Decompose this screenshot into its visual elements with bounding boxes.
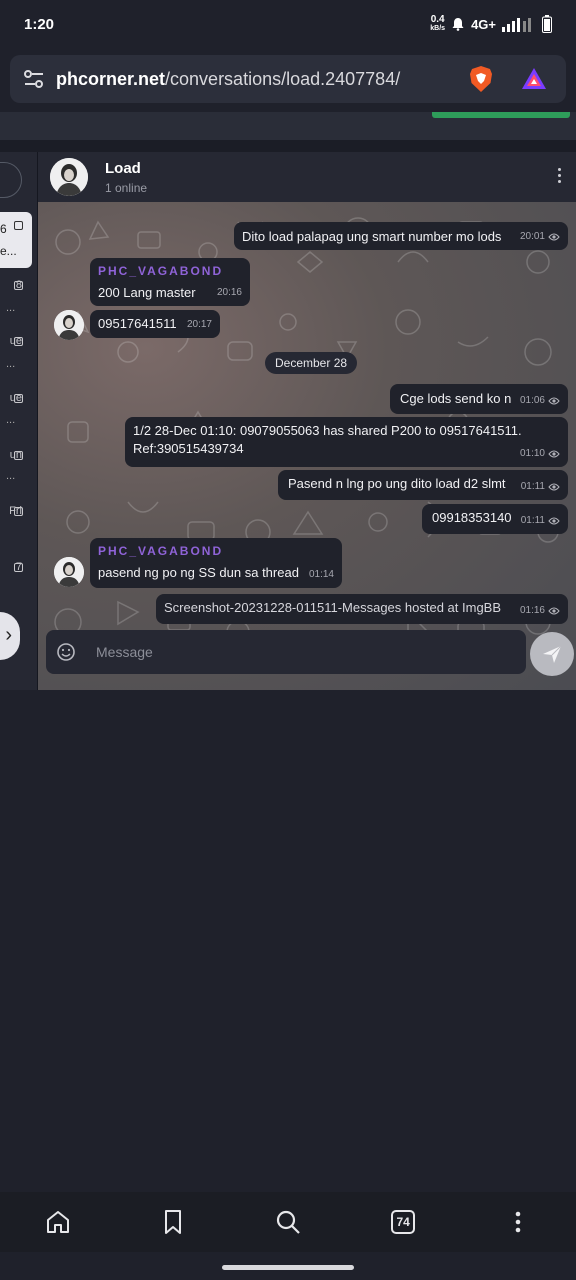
bookmarks-button[interactable]	[153, 1202, 193, 1242]
message-link[interactable]: Screenshot-20231228-011511-Messages host…	[164, 600, 501, 615]
ellipsis-icon: ...	[6, 470, 16, 482]
message-bubble[interactable]: 1/2 28-Dec 01:10: 09079055063 has shared…	[125, 417, 568, 467]
tab-count: 74	[391, 1210, 416, 1234]
conversation-search[interactable]	[0, 162, 22, 198]
conversation-item-active[interactable]: 6 e...	[0, 212, 32, 268]
message-time: 20:16	[216, 287, 242, 298]
seen-icon	[548, 483, 560, 491]
seen-icon	[548, 517, 560, 525]
site-nav-strip	[0, 112, 576, 140]
status-time: 1:20	[24, 15, 55, 33]
url-bar[interactable]: phcorner.net/conversations/load.2407784/	[10, 55, 566, 103]
message-bubble[interactable]: Dito load palapag ung smart number mo lo…	[234, 222, 568, 250]
brave-rewards-icon[interactable]	[520, 65, 548, 93]
battery-icon	[542, 15, 552, 33]
sender-name[interactable]: PHC_VAGABOND	[98, 542, 334, 560]
avatar[interactable]	[54, 557, 84, 587]
ellipsis-icon: ...	[6, 302, 16, 314]
message-bubble[interactable]: Screenshot-20231228-011511-Messages host…	[156, 594, 568, 624]
checkbox-icon[interactable]	[14, 451, 23, 460]
chat-header: Load 1 online	[38, 152, 576, 202]
message-time: 01:11	[521, 478, 560, 496]
message-time: 01:16	[520, 602, 560, 620]
avatar[interactable]	[54, 310, 84, 340]
search-icon	[276, 1210, 300, 1234]
checkbox-icon[interactable]	[14, 394, 23, 403]
message-list: Dito load palapag ung smart number mo lo…	[38, 202, 576, 690]
bookmark-icon	[164, 1210, 181, 1234]
chat-title: Load	[105, 159, 141, 177]
menu-button[interactable]	[498, 1202, 538, 1242]
message-bubble[interactable]: Cge lods send ko n 01:06	[390, 384, 568, 414]
home-button[interactable]	[38, 1202, 78, 1242]
checkbox-icon[interactable]	[14, 507, 23, 516]
message-time: 01:14	[308, 569, 334, 580]
tabs-button[interactable]: 74	[383, 1202, 423, 1242]
signal-icon	[502, 18, 531, 32]
gesture-handle[interactable]	[222, 1265, 354, 1270]
checkbox-icon[interactable]	[14, 281, 23, 290]
message-bubble[interactable]: 09918353140 01:11	[422, 504, 568, 534]
sender-name[interactable]: PHC_VAGABOND	[98, 262, 242, 280]
ellipsis-icon: ...	[6, 414, 16, 426]
checkbox-icon[interactable]	[14, 563, 23, 572]
seen-icon	[548, 450, 560, 458]
net-speed: 0.4 kB/s	[430, 14, 446, 33]
message-input[interactable]	[96, 644, 476, 660]
site-action-bar[interactable]	[432, 112, 570, 118]
avatar[interactable]	[50, 158, 88, 196]
message-bubble[interactable]: PHC_VAGABOND 200 Lang master 20:16	[90, 258, 250, 306]
checkbox-icon[interactable]	[14, 221, 23, 230]
status-icons: 0.4 kB/s 4G+	[430, 15, 552, 33]
network-type: 4G+	[471, 16, 496, 32]
alarm-icon	[452, 18, 464, 31]
message-bubble[interactable]: 09517641511 20:17	[90, 310, 220, 338]
message-time: 20:01	[520, 228, 560, 246]
emoji-icon[interactable]	[56, 642, 76, 662]
seen-icon	[548, 233, 560, 241]
message-time: 20:17	[186, 319, 212, 330]
conversation-list: 6 e... 8 ... ue ... ue ... un ... Fri 7	[0, 152, 38, 690]
search-button[interactable]	[268, 1202, 308, 1242]
url-text[interactable]: phcorner.net/conversations/load.2407784/	[56, 69, 466, 90]
brave-shields-icon[interactable]	[466, 64, 496, 94]
seen-icon	[548, 397, 560, 405]
date-separator: December 28	[265, 352, 358, 374]
send-button[interactable]	[530, 632, 574, 676]
ellipsis-icon: ...	[6, 358, 16, 370]
seen-icon	[548, 607, 560, 615]
chat-status: 1 online	[105, 180, 148, 195]
more-vertical-icon	[516, 1211, 521, 1233]
message-composer	[46, 630, 526, 674]
message-bubble[interactable]: PHC_VAGABOND pasend ng po ng SS dun sa t…	[90, 538, 342, 588]
send-icon	[543, 645, 562, 663]
message-bubble[interactable]: Pasend n lng po ung dito load d2 slmt 01…	[278, 470, 568, 500]
message-time: 01:10	[520, 445, 560, 463]
more-options-icon[interactable]	[556, 168, 562, 186]
checkbox-icon[interactable]	[14, 337, 23, 346]
home-icon	[46, 1211, 69, 1233]
message-time: 01:11	[521, 512, 560, 530]
message-time: 01:06	[520, 392, 560, 410]
site-settings-icon[interactable]	[22, 67, 46, 91]
status-bar: 1:20 0.4 kB/s 4G+	[0, 0, 576, 48]
browser-bottom-bar: 74	[0, 1192, 576, 1252]
